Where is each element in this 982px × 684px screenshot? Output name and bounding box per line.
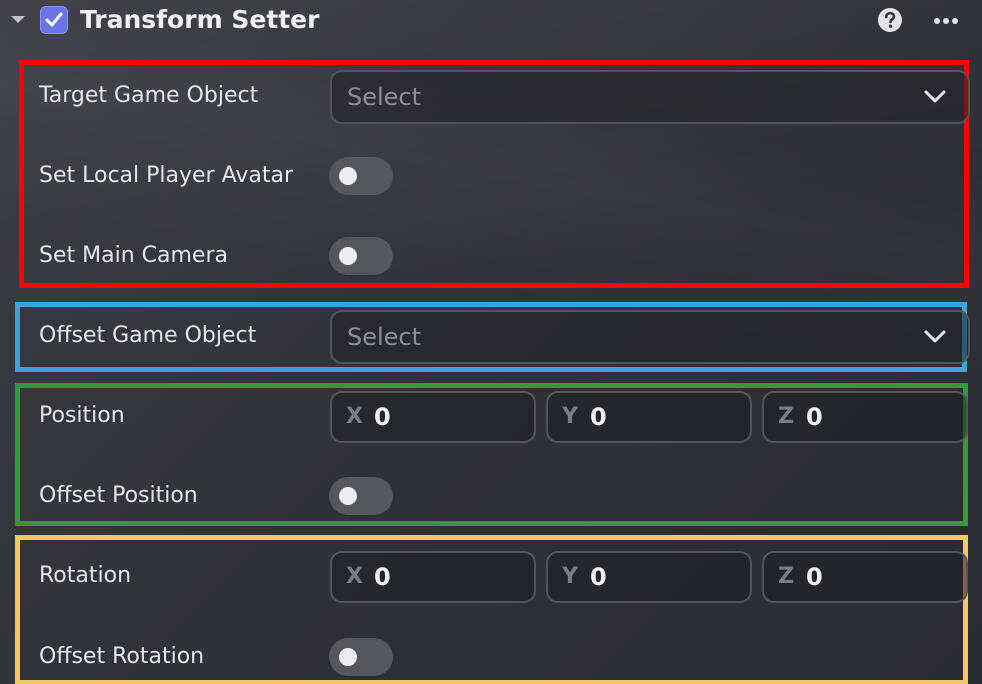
set-local-player-avatar-label: Set Local Player Avatar <box>39 163 293 188</box>
rotation-x-field[interactable]: X 0 <box>330 551 536 603</box>
set-main-camera-label: Set Main Camera <box>39 243 228 268</box>
offset-game-object-select[interactable]: Select <box>330 310 970 364</box>
axis-x-label: X <box>346 564 363 589</box>
target-game-object-label: Target Game Object <box>39 83 259 108</box>
target-game-object-placeholder: Select <box>347 83 422 111</box>
component-title: Transform Setter <box>80 5 320 34</box>
position-x-field[interactable]: X 0 <box>330 391 536 443</box>
position-y-value: 0 <box>590 403 607 431</box>
offset-game-object-label: Offset Game Object <box>39 323 257 348</box>
position-x-value: 0 <box>374 403 391 431</box>
offset-position-label: Offset Position <box>39 483 198 508</box>
toggle-knob <box>339 487 357 505</box>
offset-position-toggle[interactable] <box>329 477 393 515</box>
axis-y-label: Y <box>562 404 578 429</box>
axis-y-label: Y <box>562 564 578 589</box>
help-icon[interactable] <box>877 7 903 33</box>
axis-z-label: Z <box>778 564 794 589</box>
rotation-label: Rotation <box>39 563 132 588</box>
axis-z-label: Z <box>778 404 794 429</box>
toggle-knob <box>339 247 357 265</box>
checkmark-icon <box>45 12 63 27</box>
rotation-z-value: 0 <box>806 563 823 591</box>
position-y-field[interactable]: Y 0 <box>546 391 752 443</box>
component-header: Transform Setter <box>0 0 982 42</box>
set-local-player-avatar-toggle[interactable] <box>329 157 393 195</box>
offset-game-object-placeholder: Select <box>347 323 422 351</box>
rotation-y-value: 0 <box>590 563 607 591</box>
toggle-knob <box>339 167 357 185</box>
position-label: Position <box>39 403 125 428</box>
position-z-value: 0 <box>806 403 823 431</box>
rotation-y-field[interactable]: Y 0 <box>546 551 752 603</box>
chevron-down-icon <box>924 90 946 103</box>
more-icon[interactable] <box>933 17 959 25</box>
enabled-checkbox[interactable] <box>40 6 68 34</box>
position-z-field[interactable]: Z 0 <box>762 391 968 443</box>
caret-down-icon[interactable] <box>11 16 25 23</box>
offset-rotation-label: Offset Rotation <box>39 644 205 669</box>
axis-x-label: X <box>346 404 363 429</box>
rotation-z-field[interactable]: Z 0 <box>762 551 968 603</box>
rotation-x-value: 0 <box>374 563 391 591</box>
chevron-down-icon <box>924 330 946 343</box>
set-main-camera-toggle[interactable] <box>329 237 393 275</box>
target-game-object-select[interactable]: Select <box>330 70 970 124</box>
offset-rotation-toggle[interactable] <box>329 638 393 676</box>
toggle-knob <box>339 648 357 666</box>
